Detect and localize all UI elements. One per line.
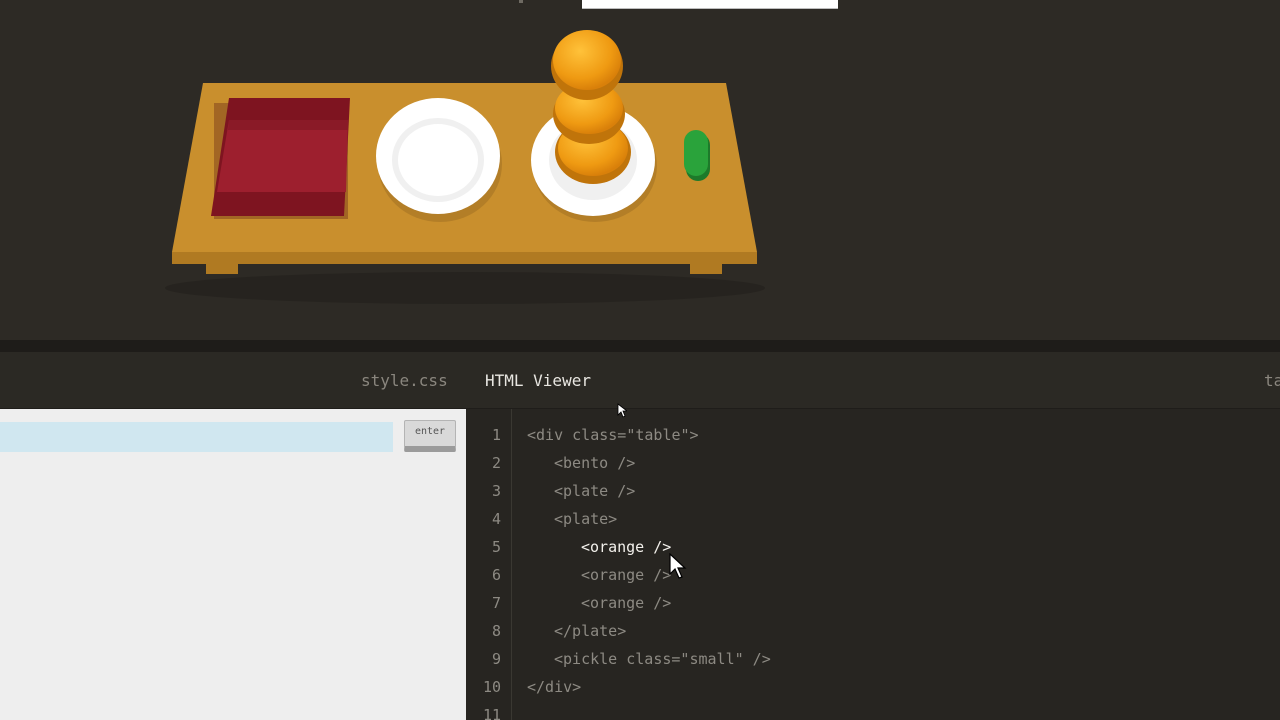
code-line-plate[interactable]: <plate /> [554, 482, 635, 500]
editor-tab-bar: style.css HTML Viewer ta [0, 352, 1280, 409]
line-number-gutter: 1 2 3 4 5 6 7 8 9 10 11 [466, 409, 512, 720]
code-line-orange[interactable]: <orange /> [581, 566, 671, 584]
html-viewer-panel: 1 2 3 4 5 6 7 8 9 10 11 <div class="tabl… [466, 409, 1280, 720]
css-editor-panel: enter [0, 409, 466, 720]
enter-button[interactable]: enter [404, 420, 456, 452]
line-number: 11 [482, 706, 501, 720]
tab-style-css[interactable]: style.css [361, 352, 448, 409]
line-number: 7 [491, 594, 501, 612]
line-number: 10 [482, 678, 501, 696]
line-number: 4 [491, 510, 501, 528]
line-number: 9 [491, 650, 501, 668]
tab-right-partial[interactable]: ta [1264, 352, 1280, 409]
selector-input[interactable] [0, 422, 393, 452]
code-line-table-open[interactable]: <div class="table"> [527, 426, 699, 444]
table-edge [172, 252, 757, 264]
game-scene [0, 0, 1280, 340]
code-line-plate-close[interactable]: </plate> [554, 622, 626, 640]
code-line-orange-highlighted[interactable]: <orange /> [581, 538, 671, 556]
line-number: 5 [491, 538, 501, 556]
line-number: 8 [491, 622, 501, 640]
orange-stack[interactable] [551, 30, 631, 184]
code-line-bento[interactable]: <bento /> [554, 454, 635, 472]
code-line-plate-open[interactable]: <plate> [554, 510, 617, 528]
pickle-small[interactable] [684, 130, 710, 181]
code-line-table-close[interactable]: </div> [527, 678, 581, 696]
panel-divider [0, 340, 1280, 352]
code-line-orange[interactable]: <orange /> [581, 594, 671, 612]
tab-html-viewer[interactable]: HTML Viewer [485, 352, 591, 409]
plate-empty[interactable] [376, 98, 502, 222]
line-number: 3 [491, 482, 501, 500]
table-illustration [165, 30, 765, 304]
line-number: 1 [491, 426, 501, 444]
line-number: 2 [491, 454, 501, 472]
line-number: 6 [491, 566, 501, 584]
mouse-pointer-small-icon [617, 403, 627, 418]
mouse-pointer-icon [669, 553, 687, 579]
code-line-pickle[interactable]: <pickle class="small" /> [554, 650, 771, 668]
bento-box[interactable] [211, 98, 350, 219]
